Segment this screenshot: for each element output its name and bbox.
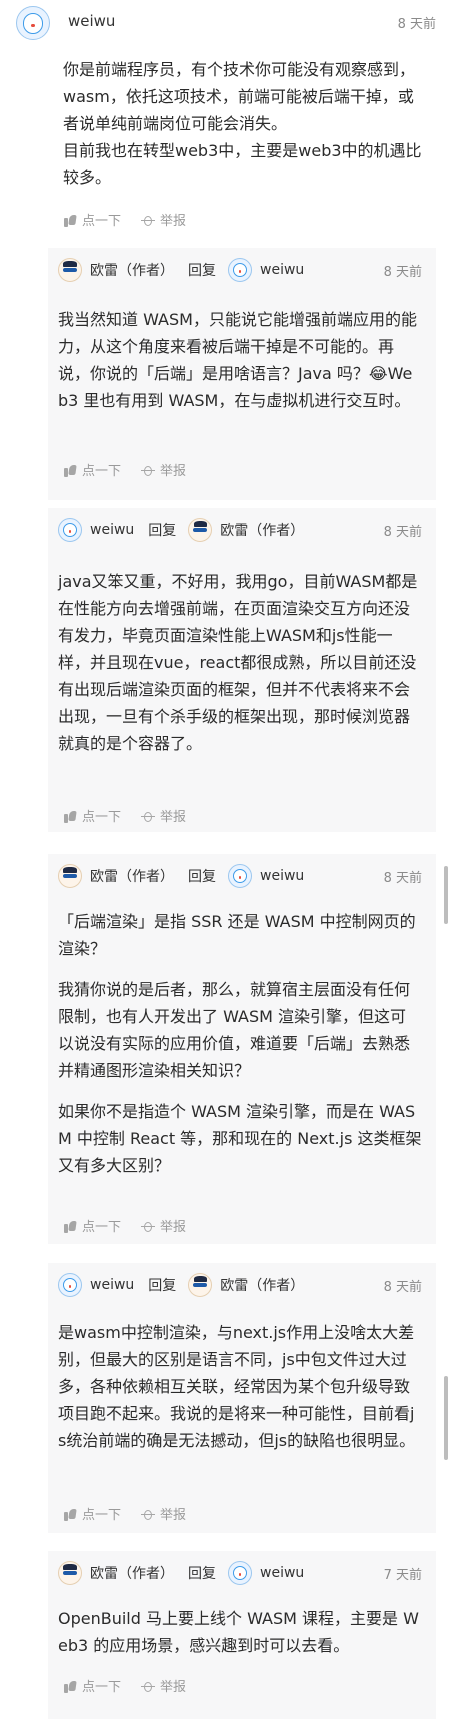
reply-author[interactable]: weiwu bbox=[90, 522, 134, 538]
reply-author[interactable]: 欧雷（作者） bbox=[90, 866, 174, 886]
like-button[interactable]: 点一下 bbox=[63, 210, 121, 229]
report-button[interactable]: 举报 bbox=[141, 806, 186, 825]
bug-icon bbox=[141, 1219, 156, 1233]
avatar[interactable] bbox=[58, 258, 82, 282]
report-label: 举报 bbox=[160, 214, 187, 229]
reply-to-label: 回复 bbox=[148, 1278, 177, 1294]
reply-header: 欧雷（作者） 回复 weiwu 7 天前 bbox=[58, 1551, 422, 1595]
avatar[interactable] bbox=[58, 518, 82, 542]
reply-time: 7 天前 bbox=[383, 1568, 422, 1583]
reply-target[interactable]: 欧雷（作者） bbox=[220, 1275, 304, 1295]
like-label: 点一下 bbox=[82, 1220, 122, 1235]
reply-target[interactable]: weiwu bbox=[260, 868, 304, 884]
reply-actions: 点一下 举报 bbox=[63, 1504, 206, 1523]
report-label: 举报 bbox=[160, 1220, 187, 1235]
reply-to-label: 回复 bbox=[188, 263, 216, 279]
reply-actions: 点一下 举报 bbox=[63, 806, 206, 825]
reply-time: 8 天前 bbox=[383, 265, 422, 280]
bug-icon bbox=[141, 213, 156, 227]
avatar[interactable] bbox=[188, 1273, 213, 1297]
report-button[interactable]: 举报 bbox=[141, 1504, 186, 1523]
comment-author[interactable]: weiwu bbox=[68, 12, 115, 30]
like-button[interactable]: 点一下 bbox=[63, 1504, 121, 1523]
comment-paragraph: 你是前端程序员，有个技术你可能没有观察感到，wasm，依托这项技术，前端可能被后… bbox=[63, 60, 416, 133]
reply-target[interactable]: 欧雷（作者） bbox=[220, 520, 304, 540]
reply-to-label: 回复 bbox=[148, 523, 177, 539]
like-label: 点一下 bbox=[82, 214, 122, 229]
avatar[interactable] bbox=[58, 1273, 82, 1297]
reply-paragraph: java又笨又重，不好用，我用go，目前WASM都是在性能方向去增强前端，在页面… bbox=[58, 572, 418, 753]
report-button[interactable]: 举报 bbox=[141, 460, 186, 479]
comment-actions: 点一下 举报 bbox=[63, 210, 206, 229]
avatar[interactable] bbox=[228, 1561, 252, 1585]
like-button[interactable]: 点一下 bbox=[63, 1676, 121, 1695]
reply-header: 欧雷（作者） 回复 weiwu 8 天前 bbox=[58, 248, 422, 292]
reply-header: weiwu 回复 欧雷（作者） 8 天前 bbox=[58, 1263, 422, 1307]
reply-paragraph: 我猜你说的是后者，那么，就算宿主层面没有任何限制，也有人开发出了 WASM 渲染… bbox=[58, 980, 411, 1080]
reply-actions: 点一下 举报 bbox=[63, 1216, 206, 1235]
reply-card: weiwu 回复 欧雷（作者） 8 天前 java又笨又重，不好用，我用go，目… bbox=[48, 508, 436, 832]
reply-card: 欧雷（作者） 回复 weiwu 8 天前 「后端渲染」是指 SSR 还是 WAS… bbox=[48, 854, 436, 1244]
bug-icon bbox=[141, 1507, 156, 1521]
avatar[interactable] bbox=[188, 518, 213, 542]
thumb-up-icon bbox=[63, 213, 77, 227]
report-button[interactable]: 举报 bbox=[141, 1216, 186, 1235]
reply-time: 8 天前 bbox=[383, 1280, 422, 1295]
bug-icon bbox=[141, 1679, 156, 1693]
comment-time: 8 天前 bbox=[397, 17, 436, 32]
avatar[interactable] bbox=[58, 1561, 82, 1585]
reply-author[interactable]: 欧雷（作者） bbox=[90, 260, 174, 280]
like-label: 点一下 bbox=[82, 464, 122, 479]
thumb-up-icon bbox=[63, 1219, 77, 1233]
like-button[interactable]: 点一下 bbox=[63, 460, 121, 479]
comment-paragraph: 目前我也在转型web3中，主要是web3中的机遇比较多。 bbox=[63, 141, 422, 187]
reply-paragraph: 「后端渲染」是指 SSR 还是 WASM 中控制网页的渲染？ bbox=[58, 912, 416, 958]
thumb-up-icon bbox=[63, 809, 77, 823]
scrollbar[interactable] bbox=[444, 866, 448, 924]
bug-icon bbox=[141, 809, 156, 823]
reply-header: 欧雷（作者） 回复 weiwu 8 天前 bbox=[58, 854, 422, 898]
thumb-up-icon bbox=[63, 1679, 77, 1693]
comment-header: weiwu 8 天前 bbox=[16, 6, 436, 42]
reply-author[interactable]: 欧雷（作者） bbox=[90, 1563, 174, 1583]
like-label: 点一下 bbox=[82, 1508, 122, 1523]
reply-card: weiwu 回复 欧雷（作者） 8 天前 是wasm中控制渲染，与next.js… bbox=[48, 1263, 436, 1533]
report-button[interactable]: 举报 bbox=[141, 1676, 186, 1695]
avatar[interactable] bbox=[16, 6, 50, 40]
like-button[interactable]: 点一下 bbox=[63, 1216, 121, 1235]
thumb-up-icon bbox=[63, 463, 77, 477]
report-button[interactable]: 举报 bbox=[141, 210, 186, 229]
reply-target[interactable]: weiwu bbox=[260, 1565, 304, 1581]
reply-time: 8 天前 bbox=[383, 871, 422, 886]
bug-icon bbox=[141, 463, 156, 477]
reply-actions: 点一下 举报 bbox=[63, 1676, 206, 1695]
reply-paragraph: 是wasm中控制渲染，与next.js作用上没啥太大差别，但最大的区别是语言不同… bbox=[58, 1323, 416, 1450]
avatar[interactable] bbox=[228, 864, 252, 888]
report-label: 举报 bbox=[160, 1508, 187, 1523]
reply-to-label: 回复 bbox=[188, 869, 216, 885]
report-label: 举报 bbox=[160, 1680, 187, 1695]
reply-to-label: 回复 bbox=[188, 1566, 216, 1582]
reply-target[interactable]: weiwu bbox=[260, 262, 304, 278]
reply-author[interactable]: weiwu bbox=[90, 1277, 134, 1293]
report-label: 举报 bbox=[160, 810, 187, 825]
reply-header: weiwu 回复 欧雷（作者） 8 天前 bbox=[58, 508, 422, 552]
reply-paragraph: OpenBuild 马上要上线个 WASM 课程，主要是 Web3 的应用场景，… bbox=[58, 1609, 419, 1655]
avatar[interactable] bbox=[58, 864, 82, 888]
like-label: 点一下 bbox=[82, 1680, 122, 1695]
thumb-up-icon bbox=[63, 1507, 77, 1521]
reply-time: 8 天前 bbox=[383, 525, 422, 540]
reply-paragraph: 如果你不是指造个 WASM 渲染引擎，而是在 WASM 中控制 React 等，… bbox=[58, 1102, 422, 1175]
reply-actions: 点一下 举报 bbox=[63, 460, 206, 479]
avatar[interactable] bbox=[228, 258, 252, 282]
like-label: 点一下 bbox=[82, 810, 122, 825]
like-button[interactable]: 点一下 bbox=[63, 806, 121, 825]
report-label: 举报 bbox=[160, 464, 187, 479]
reply-paragraph: 我当然知道 WASM，只能说它能增强前端应用的能力，从这个角度来看被后端干掉是不… bbox=[58, 310, 417, 410]
scrollbar[interactable] bbox=[444, 1376, 448, 1460]
